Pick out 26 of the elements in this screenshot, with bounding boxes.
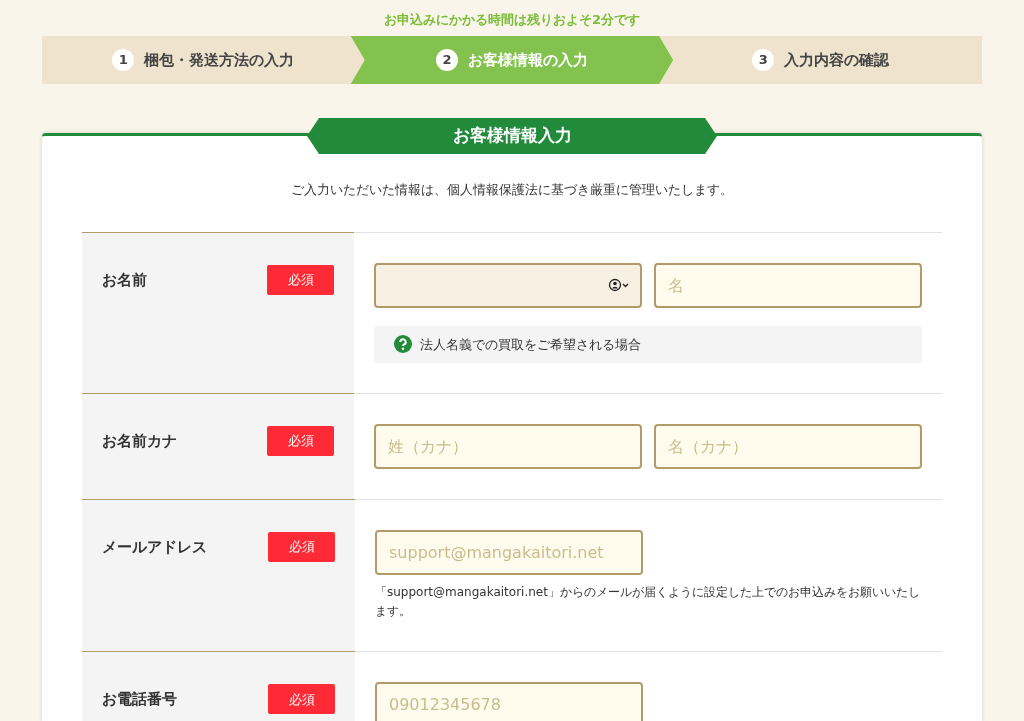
autofill-icon[interactable] xyxy=(608,278,630,292)
input-field[interactable]: 名（カナ） xyxy=(654,424,922,469)
step-number: 2 xyxy=(436,49,458,71)
step-number: 1 xyxy=(112,49,135,71)
step-number: 3 xyxy=(752,49,775,71)
step-label: 入力内容の確認 xyxy=(784,49,890,71)
input-field[interactable] xyxy=(374,262,642,308)
input-field[interactable]: support@mangakaitori.net xyxy=(375,530,643,575)
time-notice: お申込みにかかる時間は残りおよそ2分です xyxy=(382,11,641,29)
input-field[interactable]: 名 xyxy=(654,262,922,308)
field-label: お名前カナ xyxy=(102,431,177,452)
required-badge: 必須 xyxy=(267,264,334,295)
field-label: メールアドレス xyxy=(102,537,207,558)
step-label: お客様情報の入力 xyxy=(468,49,588,71)
input-field[interactable]: 姓（カナ） xyxy=(374,424,642,469)
field-label: お名前 xyxy=(102,269,147,291)
note-text: 「support@mangakaitori.net」からのメールが届くように設定した上でのお申込みをお願いいたします。 xyxy=(375,584,921,621)
section-title: お客様情報入力 xyxy=(307,118,717,154)
required-badge: 必須 xyxy=(268,532,335,562)
required-badge: 必須 xyxy=(267,426,334,456)
field-label: お電話番号 xyxy=(102,689,177,711)
help-link[interactable]: 法人名義での買取をご希望される場合 xyxy=(420,334,641,354)
input-field[interactable]: 09012345678 xyxy=(375,682,643,721)
step-label: 梱包・発送方法の入力 xyxy=(144,49,295,71)
help-icon xyxy=(394,335,412,354)
required-badge: 必須 xyxy=(268,684,335,715)
